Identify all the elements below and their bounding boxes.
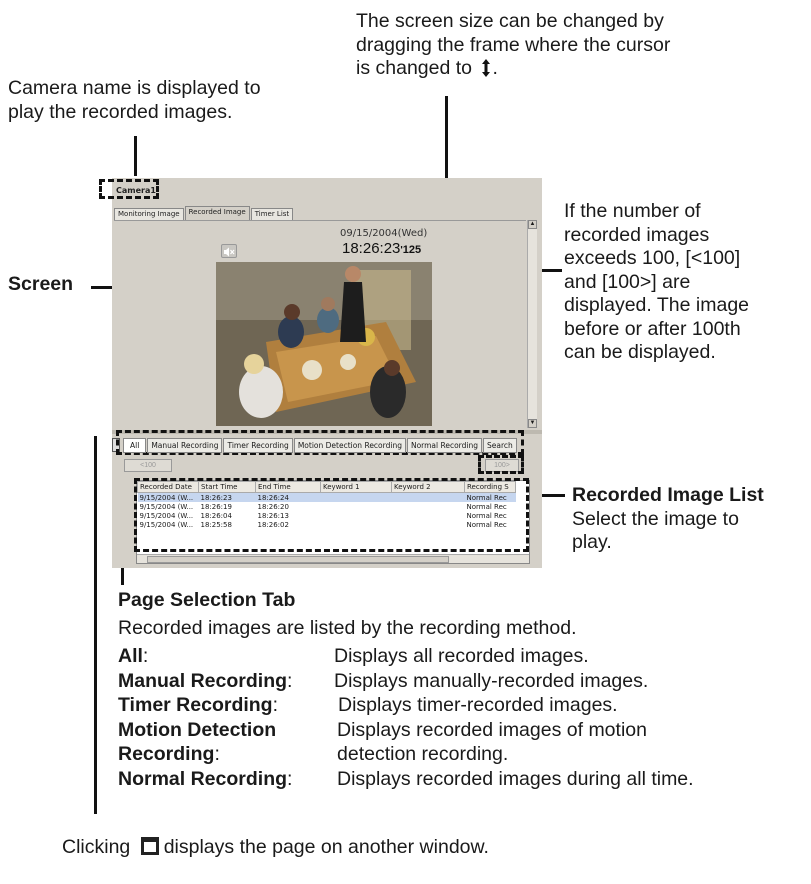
- screen-size-note: The screen size can be changed by draggi…: [356, 10, 670, 81]
- prev-100-button[interactable]: <100: [124, 459, 172, 472]
- tab-timer-list[interactable]: Timer List: [250, 208, 294, 220]
- list-note-line: play.: [572, 531, 612, 553]
- tab-recorded-image[interactable]: Recorded Image: [184, 206, 250, 220]
- date-display: 09/15/2004(Wed): [340, 228, 428, 239]
- definition-sep: :: [287, 669, 293, 692]
- time-value: 18:26:23: [342, 240, 401, 257]
- hundred-note-line: If the number of: [564, 200, 701, 222]
- definition-desc: Displays timer-recorded images.: [338, 694, 618, 716]
- definition-sep: :: [287, 767, 293, 790]
- definition-term: Normal Recording: [118, 767, 288, 790]
- definition-sep: :: [142, 645, 149, 667]
- page-tab-search[interactable]: Search: [482, 438, 517, 453]
- definition-term: Timer Recording: [118, 694, 273, 716]
- screen-scrollbar[interactable]: ▲ ▼: [527, 220, 537, 428]
- list-hscrollbar[interactable]: [137, 554, 529, 563]
- page-tab-all[interactable]: All: [123, 438, 147, 453]
- popout-window-icon: [140, 837, 159, 855]
- definitions: All: Displays all recorded images. Manual …: [118, 645, 798, 792]
- definition-row: Motion Detection Displays recorded images…: [118, 719, 798, 744]
- app-window: Camera1 Monitoring Image Recorded Image …: [99, 178, 542, 568]
- definition-desc: Displays manually-recorded images.: [334, 669, 649, 692]
- list-note: Recorded Image List Select the image to …: [572, 484, 764, 555]
- next-100-highlight: [478, 455, 524, 474]
- list-note-line: Select the image to: [572, 507, 739, 530]
- definition-row: Manual Recording: Displays manually-recor…: [118, 670, 798, 695]
- screen-size-note-line: The screen size can be changed by: [356, 10, 664, 32]
- speaker-mute-icon: [224, 247, 235, 257]
- list-highlight: [134, 478, 529, 552]
- list-note-title: Recorded Image List: [572, 484, 764, 506]
- page-tab-motion-detection-recording[interactable]: Motion Detection Recording: [293, 438, 406, 453]
- definition-term: Manual Recording: [118, 669, 288, 692]
- camera-name-leader: [134, 136, 137, 176]
- camera-image: [216, 262, 432, 426]
- definition-term: Recording: [118, 743, 215, 765]
- mute-button[interactable]: [221, 244, 237, 258]
- hundred-note-line: exceeds 100, [<100]: [564, 247, 741, 269]
- camera-name-note: Camera name is displayed to play the rec…: [8, 77, 261, 124]
- screen-label: Screen: [8, 273, 74, 295]
- definition-row: Normal Recording: Displays recorded image…: [118, 768, 798, 793]
- hundred-note-line: before or after 100th: [564, 317, 741, 340]
- popout-leader: [94, 436, 97, 814]
- screen-size-note-line: is changed to .: [356, 57, 670, 81]
- page-tab-normal-recording[interactable]: Normal Recording: [406, 438, 482, 453]
- hundred-note-line: and [100>] are: [564, 270, 691, 293]
- popout-note-pre: Clicking: [62, 836, 131, 858]
- page-tab-note: Page Selection Tab Recorded images are l…: [118, 589, 577, 640]
- definition-sep: :: [214, 743, 220, 765]
- screen-size-note-line: dragging the frame where the cursor: [356, 33, 671, 56]
- tab-monitoring-image[interactable]: Monitoring Image: [114, 208, 184, 220]
- page-tabs: All Manual Recording Timer Recording Motion…: [123, 438, 518, 453]
- definition-desc: Displays recorded images during all time…: [337, 767, 694, 790]
- page-tab-manual-recording[interactable]: Manual Recording: [147, 438, 223, 453]
- definition-term: All: [118, 645, 143, 667]
- definition-desc: Displays recorded images of motion: [337, 718, 647, 741]
- resize-cursor-icon: [482, 59, 491, 77]
- screen-size-note-end: .: [492, 57, 498, 79]
- definition-sep: :: [272, 694, 279, 716]
- scroll-up-button[interactable]: ▲: [528, 220, 537, 229]
- scroll-down-button[interactable]: ▼: [528, 419, 537, 428]
- definition-desc: detection recording.: [337, 743, 509, 765]
- page-tab-timer-recording[interactable]: Timer Recording: [223, 438, 293, 453]
- definition-desc: Displays all recorded images.: [334, 645, 589, 667]
- time-display: 18:26:23'125: [342, 240, 422, 257]
- time-ms-value: 125: [402, 244, 422, 256]
- definition-row: All: Displays all recorded images.: [118, 645, 798, 670]
- camera-name-note-line: Camera name is displayed to: [8, 77, 261, 99]
- popout-note: Clicking displays the page on another wi…: [62, 836, 489, 860]
- page-tab-note-desc: Recorded images are listed by the record…: [118, 616, 577, 639]
- hundred-note: If the number of recorded images exceeds…: [564, 200, 749, 365]
- list-hscroll-thumb[interactable]: [147, 556, 449, 563]
- definition-row: Timer Recording: Displays timer-recorded …: [118, 694, 798, 719]
- camera-name-highlight: [99, 179, 159, 199]
- hundred-note-line: displayed. The image: [564, 294, 750, 316]
- top-tabs: Monitoring Image Recorded Image Timer Li…: [114, 206, 294, 220]
- screen-size-note-text: is changed to: [356, 57, 473, 79]
- hundred-note-line: can be displayed.: [564, 341, 716, 363]
- popout-note-post: displays the page on another window.: [163, 836, 489, 858]
- definition-term: Motion Detection: [118, 718, 277, 741]
- definition-row: Recording: detection recording.: [118, 743, 798, 768]
- camera-name-note-line: play the recorded images.: [8, 100, 233, 123]
- hundred-note-line: recorded images: [564, 223, 710, 246]
- page-tab-note-title: Page Selection Tab: [118, 589, 296, 611]
